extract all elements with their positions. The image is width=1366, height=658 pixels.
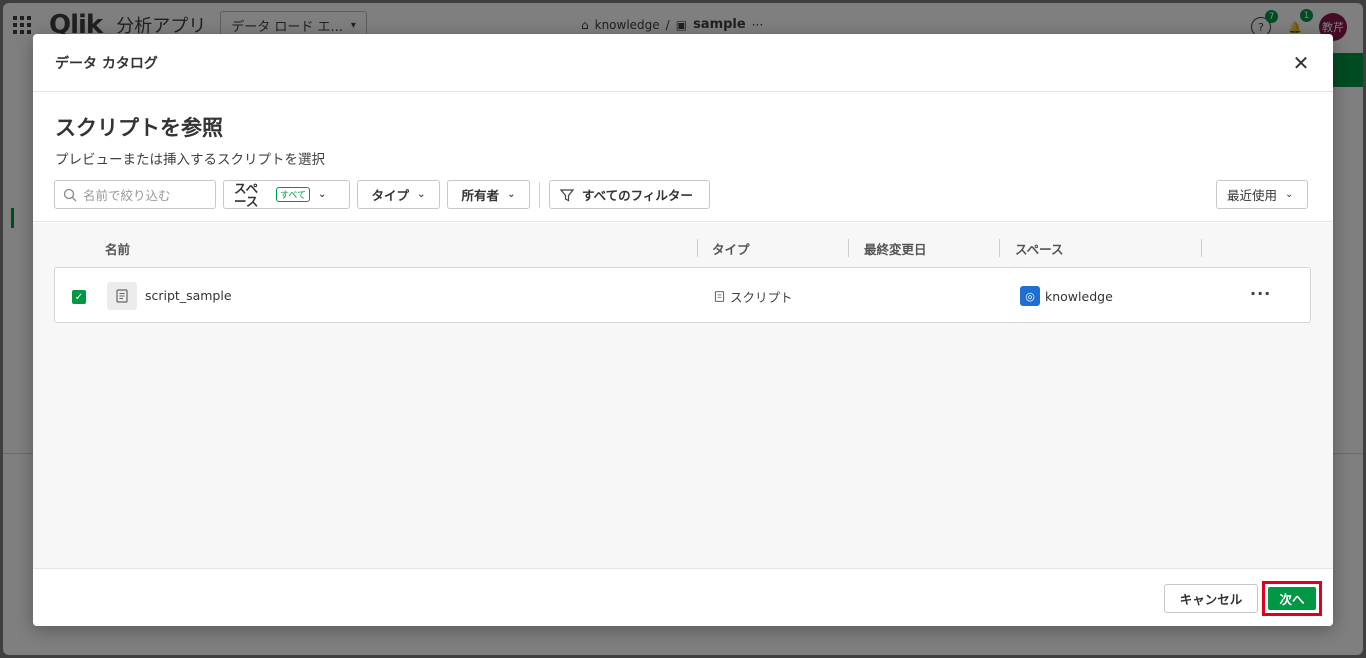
table-row[interactable]: ✓ script_sample スクリプト ◎ knowledge ··· <box>54 267 1311 323</box>
column-header-name[interactable]: 名前 <box>105 239 130 258</box>
column-header-space[interactable]: スペース <box>1015 239 1064 258</box>
catalog-list: 名前 タイプ 最終変更日 スペース ✓ script_sample スクリプト … <box>33 223 1333 568</box>
row-type-label: スクリプト <box>730 290 793 305</box>
sort-select[interactable]: 最近使用 ⌄ <box>1216 180 1308 209</box>
all-filters-button[interactable]: すべてのフィルター <box>549 180 710 209</box>
page-title: スクリプトを参照 <box>55 116 223 140</box>
chevron-down-icon: ⌄ <box>507 189 516 200</box>
chevron-down-icon: ⌄ <box>1285 189 1294 200</box>
space-filter-label: スペース <box>234 180 259 209</box>
cancel-button[interactable]: キャンセル <box>1164 584 1258 613</box>
script-file-icon <box>107 282 137 310</box>
owner-filter-label: 所有者 <box>461 188 500 203</box>
column-divider[interactable] <box>1201 239 1202 257</box>
search-icon <box>63 188 77 201</box>
next-button-highlight: 次へ <box>1262 581 1322 616</box>
row-space: knowledge <box>1045 289 1113 304</box>
dialog-header: データ カタログ ✕ <box>33 34 1333 92</box>
column-header-modified[interactable]: 最終変更日 <box>864 239 927 258</box>
owner-filter-button[interactable]: 所有者 ⌄ <box>447 180 530 209</box>
column-divider[interactable] <box>697 239 698 257</box>
space-filter-tag: すべて <box>276 187 311 202</box>
type-filter-button[interactable]: タイプ ⌄ <box>357 180 440 209</box>
space-filter-button[interactable]: スペース すべて ⌄ <box>223 180 350 209</box>
dialog-footer: キャンセル 次へ <box>33 568 1333 626</box>
row-name[interactable]: script_sample <box>145 288 232 303</box>
page-subtitle: プレビューまたは挿入するスクリプトを選択 <box>55 152 325 168</box>
next-button[interactable]: 次へ <box>1268 587 1316 610</box>
all-filters-label: すべてのフィルター <box>582 188 693 203</box>
data-catalog-dialog: データ カタログ ✕ スクリプトを参照 プレビューまたは挿入するスクリプトを選択… <box>33 34 1333 626</box>
chevron-down-icon: ⌄ <box>417 189 426 200</box>
close-icon[interactable]: ✕ <box>1291 53 1311 73</box>
dialog-intro: スクリプトを参照 プレビューまたは挿入するスクリプトを選択 名前で絞り込む スペ… <box>33 92 1333 222</box>
column-divider[interactable] <box>999 239 1000 257</box>
more-actions-icon[interactable]: ··· <box>1250 284 1271 303</box>
chevron-down-icon: ⌄ <box>318 189 327 200</box>
search-placeholder: 名前で絞り込む <box>83 188 171 203</box>
column-divider[interactable] <box>848 239 849 257</box>
dialog-title: データ カタログ <box>55 55 158 72</box>
filter-bar: 名前で絞り込む スペース すべて ⌄ タイプ ⌄ 所有者 ⌄ すべてのフィルター <box>54 180 710 209</box>
table-header: 名前 タイプ 最終変更日 スペース <box>33 223 1333 267</box>
column-header-type[interactable]: タイプ <box>712 239 750 258</box>
sort-label: 最近使用 <box>1227 188 1278 203</box>
row-type: スクリプト <box>713 287 793 306</box>
script-type-icon <box>714 291 725 302</box>
space-icon: ◎ <box>1020 286 1040 306</box>
row-checkbox[interactable]: ✓ <box>72 290 86 304</box>
search-input[interactable]: 名前で絞り込む <box>54 180 216 209</box>
type-filter-label: タイプ <box>371 188 410 203</box>
funnel-icon <box>560 188 574 201</box>
filter-separator <box>539 181 540 208</box>
